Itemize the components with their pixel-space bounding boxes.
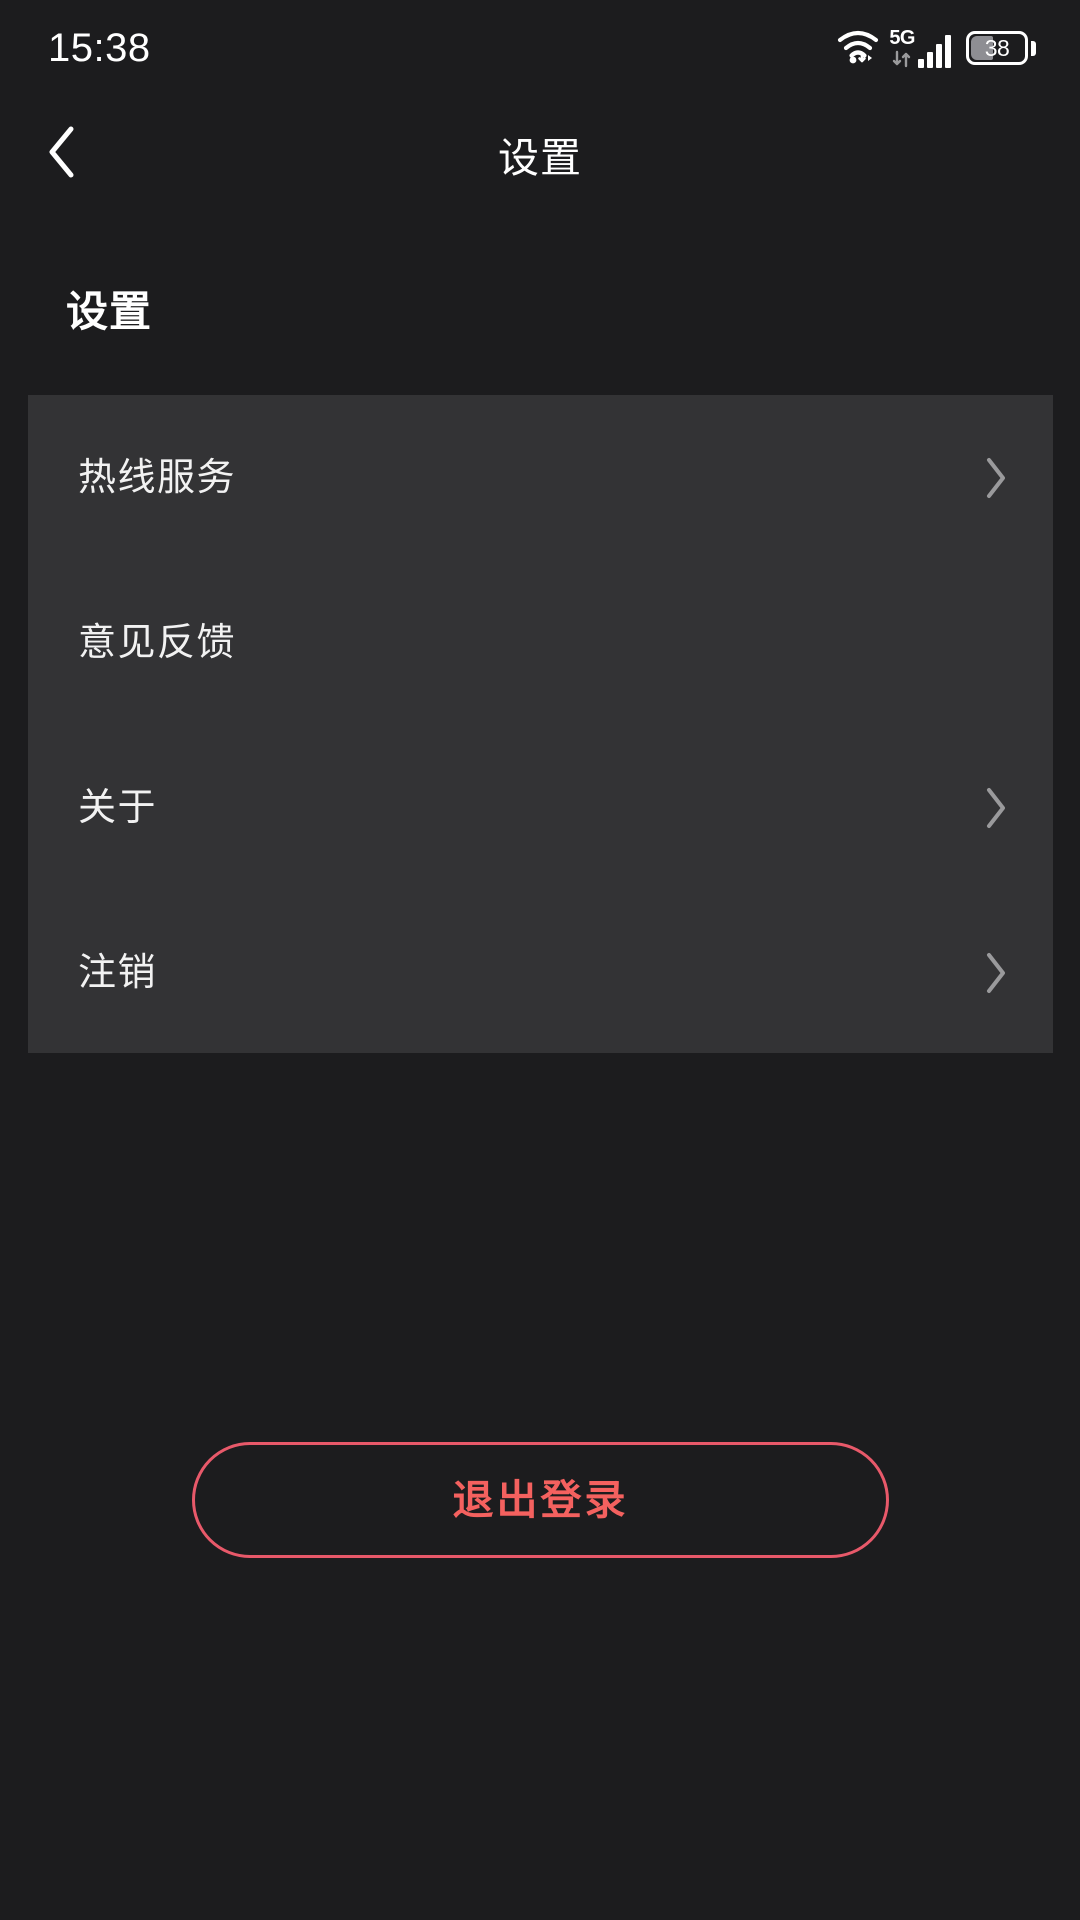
list-item-deactivate-account[interactable]: 注销 (28, 890, 1053, 1055)
nav-bar: 设置 (0, 96, 1080, 211)
page-title: 设置 (498, 134, 582, 181)
settings-screen: 15:38 5G 38 设置 设置 热线服务 意见反馈 关于 注销 退出登录 (0, 0, 1080, 1920)
settings-card: 热线服务 意见反馈 关于 注销 (28, 395, 1053, 1053)
network-type-label: 5G (889, 27, 915, 49)
list-item-label: 注销 (78, 951, 158, 994)
cellular-signal-icon: 5G (889, 28, 951, 68)
battery-icon: 38 (966, 31, 1036, 65)
logout-button-label: 退出登录 (452, 1476, 629, 1523)
battery-cap (1031, 40, 1036, 56)
section-header: 设置 (66, 288, 153, 335)
list-item-hotline-service[interactable]: 热线服务 (28, 395, 1053, 560)
list-item-label: 热线服务 (78, 456, 237, 499)
chevron-right-icon (981, 785, 1011, 831)
status-icons: 5G 38 (836, 28, 1036, 69)
list-item-about[interactable]: 关于 (28, 725, 1053, 890)
chevron-right-icon (981, 950, 1011, 996)
battery-level-label: 38 (984, 34, 1010, 61)
wifi-icon (836, 28, 880, 69)
list-item-feedback[interactable]: 意见反馈 (28, 560, 1053, 725)
list-item-label: 意见反馈 (78, 621, 237, 664)
logout-button[interactable]: 退出登录 (192, 1442, 889, 1558)
status-time: 15:38 (48, 26, 151, 70)
status-bar: 15:38 5G 38 (0, 0, 1080, 96)
chevron-right-icon (981, 455, 1011, 501)
list-item-label: 关于 (78, 786, 158, 829)
signal-bars (918, 34, 951, 68)
